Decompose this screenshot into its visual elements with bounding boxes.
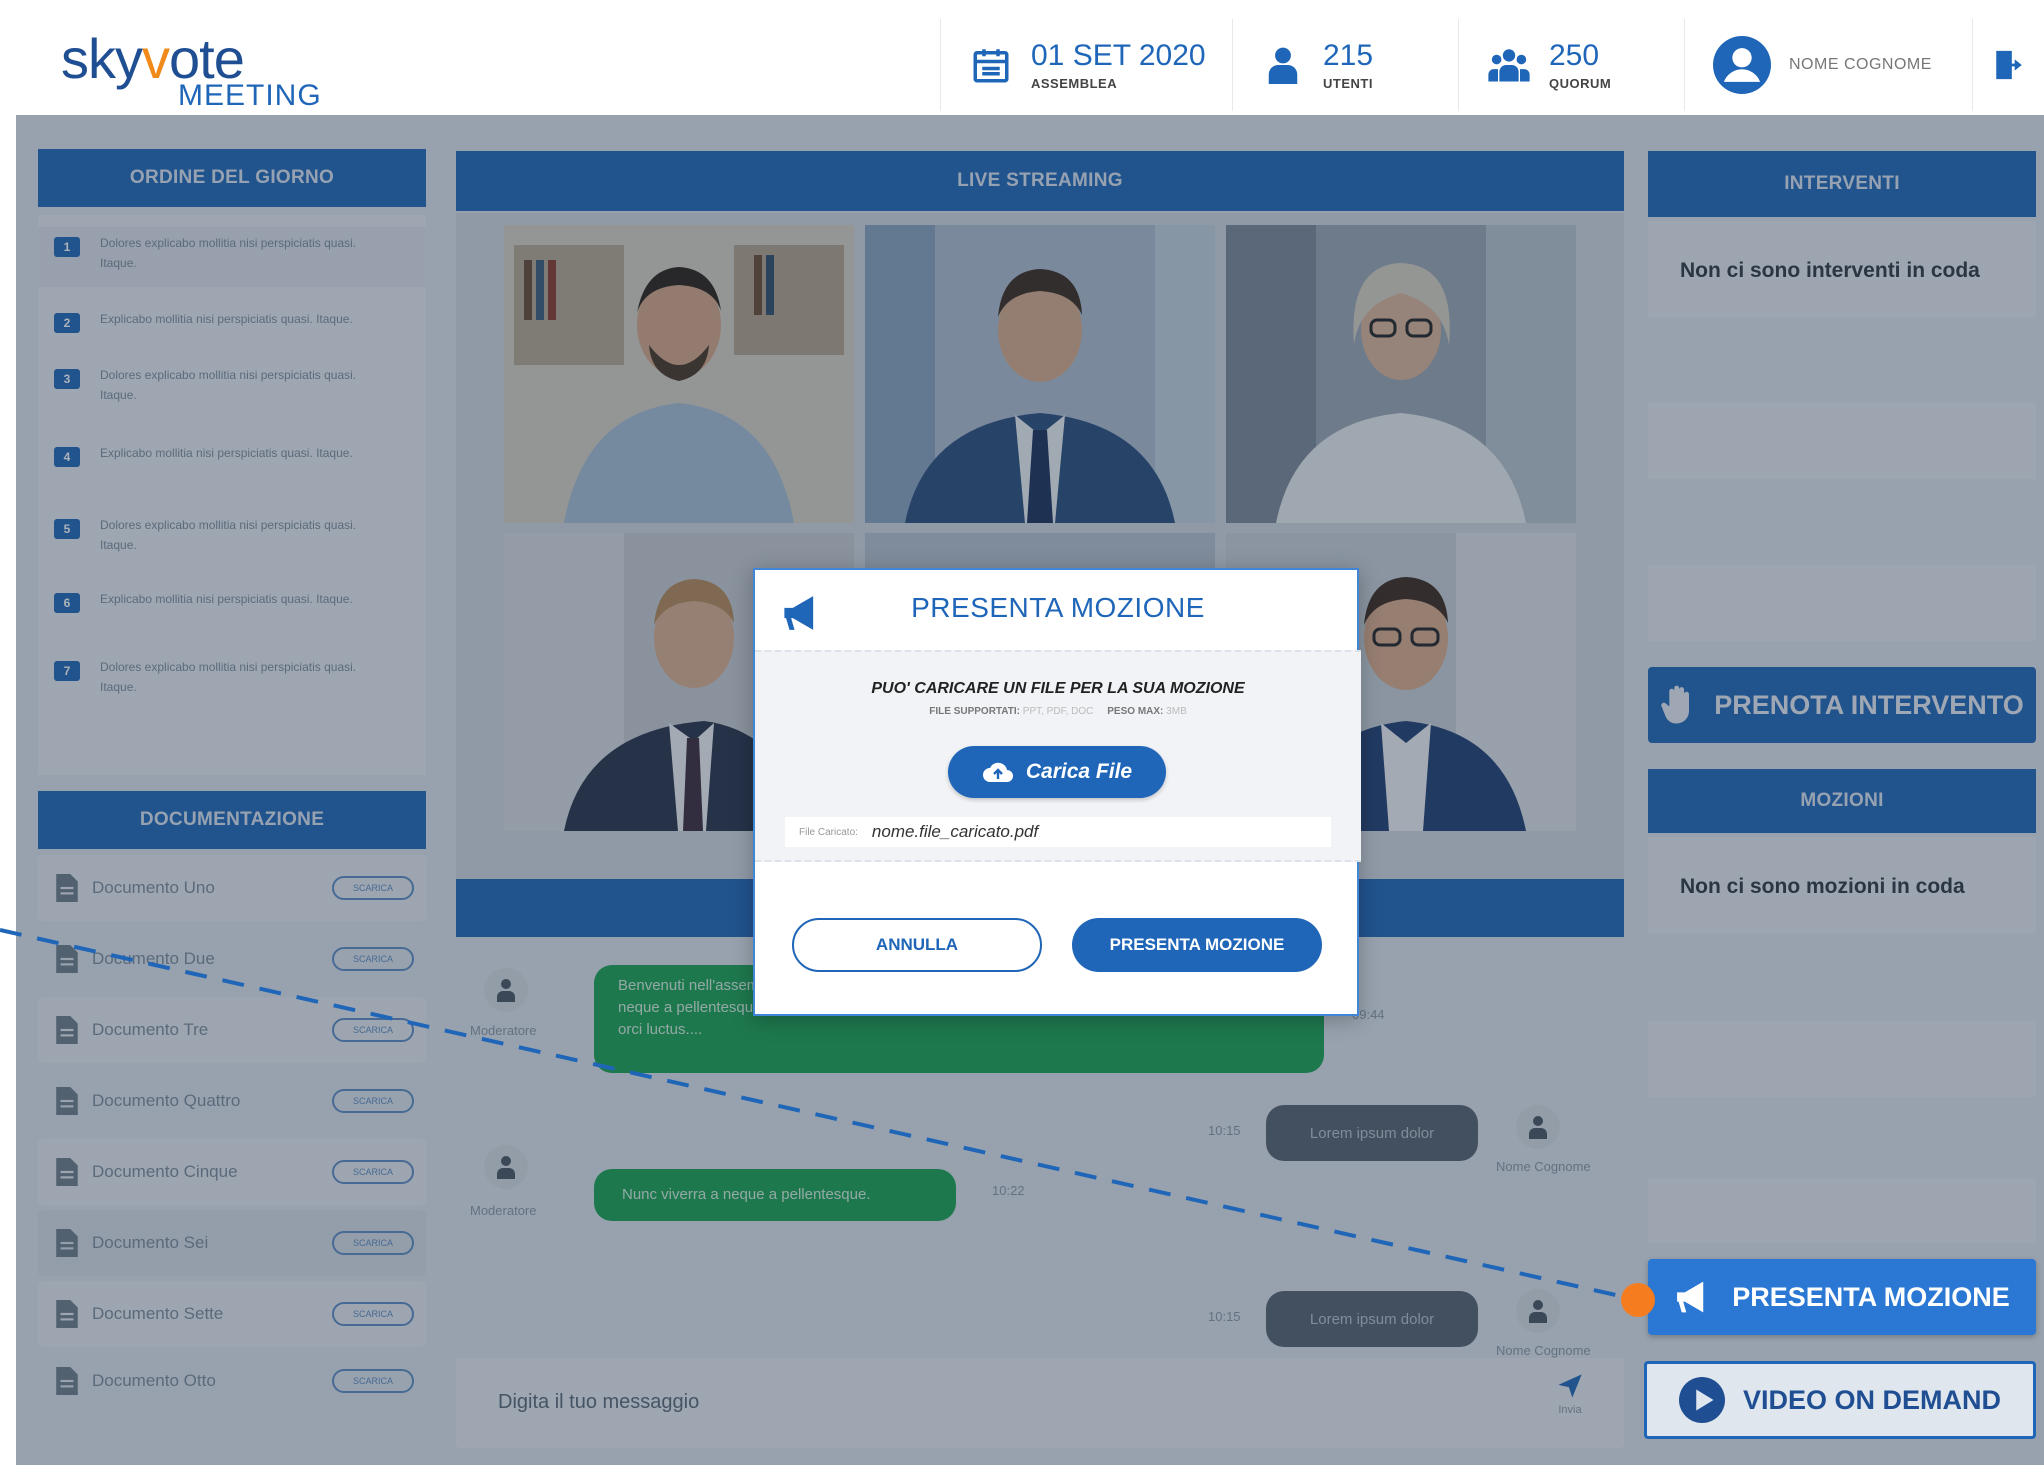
annotation-dot [1621, 1283, 1655, 1317]
annotation-pointer [0, 928, 1639, 1302]
